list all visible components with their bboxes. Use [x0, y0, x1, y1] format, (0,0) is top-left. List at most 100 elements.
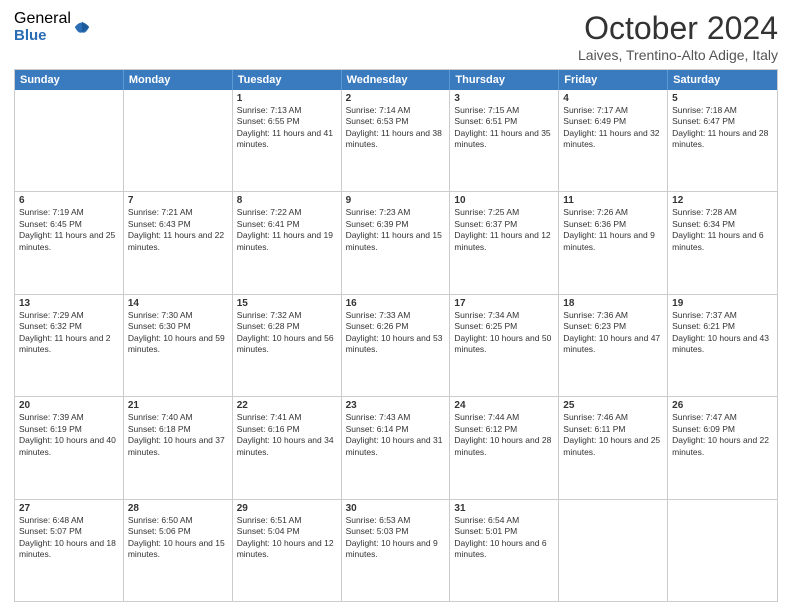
header-monday: Monday: [124, 70, 233, 90]
calendar-cell: 29Sunrise: 6:51 AM Sunset: 5:04 PM Dayli…: [233, 500, 342, 601]
day-info: Sunrise: 7:44 AM Sunset: 6:12 PM Dayligh…: [454, 412, 554, 458]
calendar-week-5: 27Sunrise: 6:48 AM Sunset: 5:07 PM Dayli…: [15, 499, 777, 601]
day-info: Sunrise: 7:36 AM Sunset: 6:23 PM Dayligh…: [563, 310, 663, 356]
calendar: Sunday Monday Tuesday Wednesday Thursday…: [14, 69, 778, 602]
header-wednesday: Wednesday: [342, 70, 451, 90]
day-number: 19: [672, 298, 773, 309]
title-block: October 2024 Laives, Trentino-Alto Adige…: [578, 10, 778, 63]
day-number: 13: [19, 298, 119, 309]
day-info: Sunrise: 6:53 AM Sunset: 5:03 PM Dayligh…: [346, 515, 446, 561]
calendar-cell: 22Sunrise: 7:41 AM Sunset: 6:16 PM Dayli…: [233, 397, 342, 498]
day-number: 17: [454, 298, 554, 309]
logo-text: General Blue: [14, 10, 71, 44]
page: General Blue October 2024 Laives, Trenti…: [0, 0, 792, 612]
calendar-body: 1Sunrise: 7:13 AM Sunset: 6:55 PM Daylig…: [15, 90, 777, 601]
month-title: October 2024: [578, 10, 778, 47]
day-info: Sunrise: 6:48 AM Sunset: 5:07 PM Dayligh…: [19, 515, 119, 561]
calendar-cell: 5Sunrise: 7:18 AM Sunset: 6:47 PM Daylig…: [668, 90, 777, 191]
logo-icon: [73, 18, 91, 36]
calendar-week-3: 13Sunrise: 7:29 AM Sunset: 6:32 PM Dayli…: [15, 294, 777, 396]
day-number: 6: [19, 195, 119, 206]
header-saturday: Saturday: [668, 70, 777, 90]
day-number: 2: [346, 93, 446, 104]
day-number: 15: [237, 298, 337, 309]
calendar-cell: 4Sunrise: 7:17 AM Sunset: 6:49 PM Daylig…: [559, 90, 668, 191]
location: Laives, Trentino-Alto Adige, Italy: [578, 47, 778, 63]
calendar-cell: 31Sunrise: 6:54 AM Sunset: 5:01 PM Dayli…: [450, 500, 559, 601]
day-info: Sunrise: 7:22 AM Sunset: 6:41 PM Dayligh…: [237, 207, 337, 253]
calendar-cell: [668, 500, 777, 601]
calendar-week-2: 6Sunrise: 7:19 AM Sunset: 6:45 PM Daylig…: [15, 191, 777, 293]
calendar-header: Sunday Monday Tuesday Wednesday Thursday…: [15, 70, 777, 90]
calendar-cell: 18Sunrise: 7:36 AM Sunset: 6:23 PM Dayli…: [559, 295, 668, 396]
day-info: Sunrise: 7:33 AM Sunset: 6:26 PM Dayligh…: [346, 310, 446, 356]
calendar-cell: 2Sunrise: 7:14 AM Sunset: 6:53 PM Daylig…: [342, 90, 451, 191]
day-info: Sunrise: 7:34 AM Sunset: 6:25 PM Dayligh…: [454, 310, 554, 356]
calendar-cell: 23Sunrise: 7:43 AM Sunset: 6:14 PM Dayli…: [342, 397, 451, 498]
calendar-cell: 28Sunrise: 6:50 AM Sunset: 5:06 PM Dayli…: [124, 500, 233, 601]
day-number: 1: [237, 93, 337, 104]
day-info: Sunrise: 7:25 AM Sunset: 6:37 PM Dayligh…: [454, 207, 554, 253]
calendar-cell: 1Sunrise: 7:13 AM Sunset: 6:55 PM Daylig…: [233, 90, 342, 191]
logo: General Blue: [14, 10, 91, 44]
day-number: 10: [454, 195, 554, 206]
day-info: Sunrise: 7:14 AM Sunset: 6:53 PM Dayligh…: [346, 105, 446, 151]
day-number: 28: [128, 503, 228, 514]
day-number: 5: [672, 93, 773, 104]
header: General Blue October 2024 Laives, Trenti…: [14, 10, 778, 63]
header-sunday: Sunday: [15, 70, 124, 90]
calendar-week-1: 1Sunrise: 7:13 AM Sunset: 6:55 PM Daylig…: [15, 90, 777, 191]
day-info: Sunrise: 7:13 AM Sunset: 6:55 PM Dayligh…: [237, 105, 337, 151]
calendar-cell: 15Sunrise: 7:32 AM Sunset: 6:28 PM Dayli…: [233, 295, 342, 396]
day-number: 7: [128, 195, 228, 206]
day-number: 25: [563, 400, 663, 411]
day-info: Sunrise: 7:29 AM Sunset: 6:32 PM Dayligh…: [19, 310, 119, 356]
day-info: Sunrise: 7:46 AM Sunset: 6:11 PM Dayligh…: [563, 412, 663, 458]
day-info: Sunrise: 7:43 AM Sunset: 6:14 PM Dayligh…: [346, 412, 446, 458]
calendar-cell: 27Sunrise: 6:48 AM Sunset: 5:07 PM Dayli…: [15, 500, 124, 601]
day-info: Sunrise: 7:30 AM Sunset: 6:30 PM Dayligh…: [128, 310, 228, 356]
day-number: 20: [19, 400, 119, 411]
day-info: Sunrise: 7:17 AM Sunset: 6:49 PM Dayligh…: [563, 105, 663, 151]
day-number: 22: [237, 400, 337, 411]
header-thursday: Thursday: [450, 70, 559, 90]
day-number: 12: [672, 195, 773, 206]
day-info: Sunrise: 7:39 AM Sunset: 6:19 PM Dayligh…: [19, 412, 119, 458]
day-number: 16: [346, 298, 446, 309]
header-tuesday: Tuesday: [233, 70, 342, 90]
day-info: Sunrise: 7:37 AM Sunset: 6:21 PM Dayligh…: [672, 310, 773, 356]
day-info: Sunrise: 7:41 AM Sunset: 6:16 PM Dayligh…: [237, 412, 337, 458]
calendar-cell: 30Sunrise: 6:53 AM Sunset: 5:03 PM Dayli…: [342, 500, 451, 601]
day-number: 23: [346, 400, 446, 411]
day-info: Sunrise: 7:28 AM Sunset: 6:34 PM Dayligh…: [672, 207, 773, 253]
day-number: 8: [237, 195, 337, 206]
day-info: Sunrise: 7:40 AM Sunset: 6:18 PM Dayligh…: [128, 412, 228, 458]
day-number: 4: [563, 93, 663, 104]
day-info: Sunrise: 6:50 AM Sunset: 5:06 PM Dayligh…: [128, 515, 228, 561]
day-number: 11: [563, 195, 663, 206]
calendar-cell: 26Sunrise: 7:47 AM Sunset: 6:09 PM Dayli…: [668, 397, 777, 498]
calendar-cell: 19Sunrise: 7:37 AM Sunset: 6:21 PM Dayli…: [668, 295, 777, 396]
calendar-cell: 9Sunrise: 7:23 AM Sunset: 6:39 PM Daylig…: [342, 192, 451, 293]
calendar-week-4: 20Sunrise: 7:39 AM Sunset: 6:19 PM Dayli…: [15, 396, 777, 498]
day-info: Sunrise: 7:47 AM Sunset: 6:09 PM Dayligh…: [672, 412, 773, 458]
day-info: Sunrise: 7:32 AM Sunset: 6:28 PM Dayligh…: [237, 310, 337, 356]
calendar-cell: 3Sunrise: 7:15 AM Sunset: 6:51 PM Daylig…: [450, 90, 559, 191]
day-info: Sunrise: 7:26 AM Sunset: 6:36 PM Dayligh…: [563, 207, 663, 253]
day-info: Sunrise: 7:23 AM Sunset: 6:39 PM Dayligh…: [346, 207, 446, 253]
day-info: Sunrise: 7:21 AM Sunset: 6:43 PM Dayligh…: [128, 207, 228, 253]
header-friday: Friday: [559, 70, 668, 90]
day-number: 30: [346, 503, 446, 514]
calendar-cell: 10Sunrise: 7:25 AM Sunset: 6:37 PM Dayli…: [450, 192, 559, 293]
calendar-cell: 25Sunrise: 7:46 AM Sunset: 6:11 PM Dayli…: [559, 397, 668, 498]
calendar-cell: 11Sunrise: 7:26 AM Sunset: 6:36 PM Dayli…: [559, 192, 668, 293]
logo-blue: Blue: [14, 28, 71, 45]
day-number: 14: [128, 298, 228, 309]
day-info: Sunrise: 7:18 AM Sunset: 6:47 PM Dayligh…: [672, 105, 773, 151]
calendar-cell: [559, 500, 668, 601]
calendar-cell: 24Sunrise: 7:44 AM Sunset: 6:12 PM Dayli…: [450, 397, 559, 498]
calendar-cell: [124, 90, 233, 191]
day-info: Sunrise: 7:19 AM Sunset: 6:45 PM Dayligh…: [19, 207, 119, 253]
day-info: Sunrise: 7:15 AM Sunset: 6:51 PM Dayligh…: [454, 105, 554, 151]
calendar-cell: 17Sunrise: 7:34 AM Sunset: 6:25 PM Dayli…: [450, 295, 559, 396]
